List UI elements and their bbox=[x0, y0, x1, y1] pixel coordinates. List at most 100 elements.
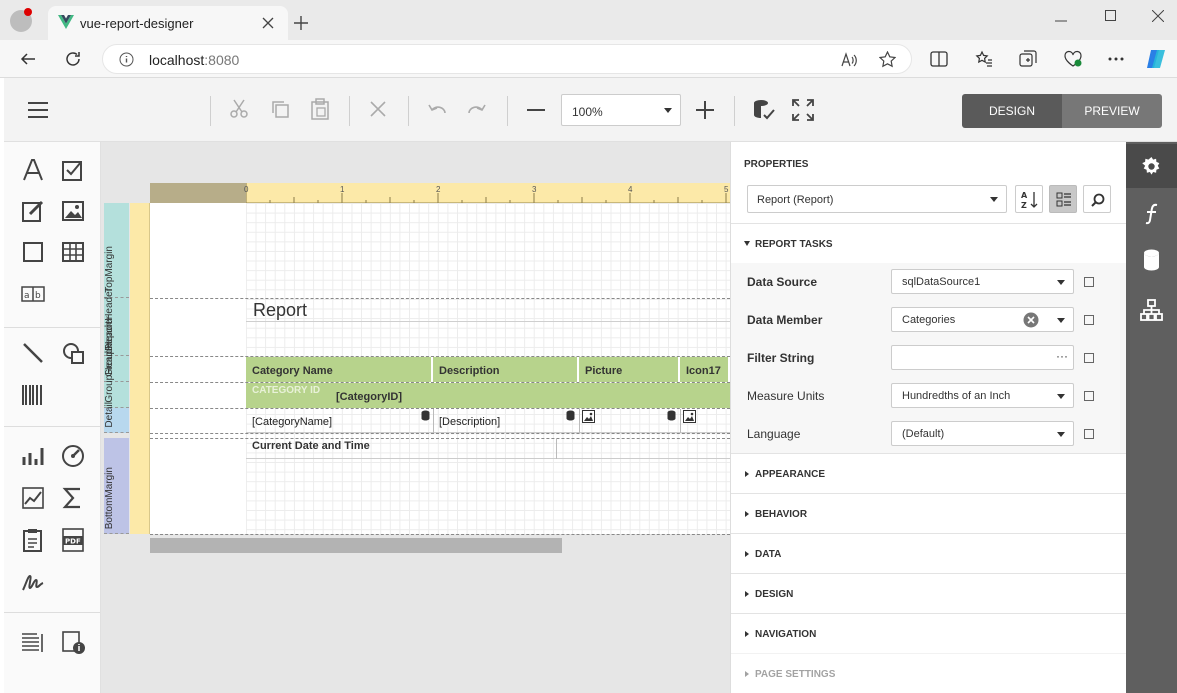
horizontal-scrollbar[interactable] bbox=[150, 538, 562, 553]
zoom-out-icon[interactable] bbox=[527, 109, 545, 111]
property-checkbox[interactable] bbox=[1084, 315, 1094, 325]
paste-icon[interactable] bbox=[310, 98, 330, 120]
section-design[interactable]: DESIGN bbox=[731, 573, 1126, 613]
data-source-select[interactable]: sqlDataSource1 bbox=[891, 269, 1074, 294]
zoom-in-icon[interactable] bbox=[696, 101, 714, 119]
fullscreen-icon[interactable] bbox=[792, 99, 814, 121]
profile-avatar[interactable] bbox=[10, 8, 32, 32]
report-explorer-tab[interactable] bbox=[1126, 289, 1177, 333]
measure-units-select[interactable]: Hundredths of an Inch bbox=[891, 383, 1074, 408]
section-data[interactable]: DATA bbox=[731, 533, 1126, 573]
close-window-icon[interactable] bbox=[1152, 10, 1164, 22]
zoom-select[interactable]: 100% bbox=[561, 94, 681, 126]
report-page[interactable]: Report Category Name Description Picture… bbox=[150, 203, 730, 535]
column-header-description[interactable]: Description bbox=[433, 357, 579, 382]
table-of-contents-tool-icon[interactable] bbox=[20, 629, 46, 655]
chart-tool-icon[interactable] bbox=[20, 443, 46, 469]
delete-icon[interactable] bbox=[370, 101, 386, 117]
shape-tool-icon[interactable] bbox=[60, 340, 86, 366]
group-caption[interactable]: CATEGORY ID bbox=[252, 385, 322, 396]
function-icon bbox=[1145, 203, 1158, 225]
favorite-star-icon[interactable] bbox=[879, 51, 896, 68]
collections-icon[interactable] bbox=[1019, 50, 1037, 68]
preview-mode-button[interactable]: PREVIEW bbox=[1062, 94, 1162, 128]
search-properties-button[interactable] bbox=[1083, 185, 1111, 213]
categorized-view-button[interactable] bbox=[1049, 185, 1077, 213]
expand-arrow-icon bbox=[745, 671, 749, 677]
read-aloud-icon[interactable] bbox=[841, 52, 857, 67]
section-page-settings[interactable]: PAGE SETTINGS bbox=[731, 653, 1126, 693]
close-tab-icon[interactable] bbox=[262, 17, 274, 29]
report-tasks-header[interactable]: REPORT TASKS bbox=[731, 223, 1126, 263]
section-behavior[interactable]: BEHAVIOR bbox=[731, 493, 1126, 533]
refresh-icon[interactable] bbox=[64, 50, 82, 68]
property-checkbox[interactable] bbox=[1084, 429, 1094, 439]
hamburger-menu-icon[interactable] bbox=[28, 102, 48, 118]
more-options-icon[interactable] bbox=[1108, 57, 1124, 61]
pdf-content-tool-icon[interactable]: PDF bbox=[60, 527, 86, 553]
footer-date-time[interactable]: Current Date and Time bbox=[252, 440, 370, 452]
gauge-tool-icon[interactable] bbox=[60, 443, 86, 469]
detail-field-description[interactable]: [Description] bbox=[439, 416, 500, 428]
checkbox-tool-icon[interactable] bbox=[60, 157, 86, 183]
rich-text-tool-icon[interactable] bbox=[20, 198, 46, 224]
detail-field-category-name[interactable]: [CategoryName] bbox=[252, 416, 332, 428]
property-checkbox[interactable] bbox=[1084, 391, 1094, 401]
band-bottom-margin[interactable]: BottomMargin bbox=[104, 438, 129, 534]
column-header-icon17[interactable]: Icon17 bbox=[680, 357, 730, 382]
undo-icon[interactable] bbox=[427, 101, 447, 117]
language-select[interactable]: (Default) bbox=[891, 421, 1074, 446]
filter-string-editor[interactable]: ··· bbox=[891, 345, 1074, 370]
column-header-category-name[interactable]: Category Name bbox=[246, 357, 433, 382]
report-title[interactable]: Report bbox=[253, 300, 307, 321]
panel-tool-icon[interactable] bbox=[20, 239, 46, 265]
sparkline-tool-icon[interactable] bbox=[20, 485, 46, 511]
group-field[interactable]: [CategoryID] bbox=[336, 391, 402, 403]
line-tool-icon[interactable] bbox=[20, 340, 46, 366]
svg-text:b: b bbox=[35, 291, 41, 301]
split-screen-icon[interactable] bbox=[930, 51, 948, 67]
validate-bindings-icon[interactable] bbox=[752, 98, 776, 122]
redo-icon[interactable] bbox=[467, 101, 487, 117]
signature-tool-icon[interactable] bbox=[20, 569, 46, 595]
minimize-icon[interactable] bbox=[1055, 15, 1067, 27]
browser-essentials-icon[interactable] bbox=[1063, 50, 1083, 68]
character-comb-tool-icon[interactable]: ab bbox=[20, 281, 46, 307]
label-tool-icon[interactable] bbox=[20, 157, 46, 183]
table-tool-icon[interactable] bbox=[60, 239, 86, 265]
field-list-tab[interactable] bbox=[1126, 239, 1177, 283]
favorites-icon[interactable] bbox=[975, 50, 993, 68]
expand-arrow-icon bbox=[745, 471, 749, 477]
info-icon[interactable] bbox=[119, 52, 134, 67]
copilot-icon[interactable] bbox=[1145, 48, 1169, 70]
band-detail[interactable]: Detail bbox=[104, 402, 129, 433]
picture-box-tool-icon[interactable] bbox=[60, 198, 86, 224]
design-mode-button[interactable]: DESIGN bbox=[962, 94, 1062, 128]
copy-icon[interactable] bbox=[270, 99, 290, 119]
expressions-tab[interactable] bbox=[1126, 192, 1177, 236]
band-top-margin[interactable]: TopMargin bbox=[104, 203, 129, 298]
new-tab-icon[interactable] bbox=[293, 15, 309, 31]
column-header-picture[interactable]: Picture bbox=[579, 357, 680, 382]
cut-icon[interactable] bbox=[229, 99, 249, 119]
maximize-icon[interactable] bbox=[1105, 10, 1117, 22]
back-icon[interactable] bbox=[20, 51, 36, 67]
page-info-tool-icon[interactable] bbox=[60, 629, 86, 655]
clear-icon[interactable] bbox=[1023, 312, 1039, 328]
data-member-select[interactable]: Categories bbox=[891, 307, 1074, 332]
property-checkbox[interactable] bbox=[1084, 277, 1094, 287]
property-checkbox[interactable] bbox=[1084, 353, 1094, 363]
properties-tab[interactable] bbox=[1126, 144, 1177, 188]
summary-tool-icon[interactable] bbox=[60, 485, 86, 511]
url-field[interactable]: localhost:8080 bbox=[102, 44, 912, 74]
subreport-tool-icon[interactable] bbox=[20, 527, 46, 553]
measure-units-value: Hundredths of an Inch bbox=[902, 390, 1011, 402]
filter-editor-ellipsis-button[interactable]: ··· bbox=[1056, 349, 1068, 363]
sort-alphabetical-button[interactable]: AZ bbox=[1015, 185, 1043, 213]
section-appearance[interactable]: APPEARANCE bbox=[731, 453, 1126, 493]
section-navigation[interactable]: NAVIGATION bbox=[731, 613, 1126, 653]
component-selector[interactable]: Report (Report) bbox=[747, 185, 1007, 213]
section-label: NAVIGATION bbox=[755, 629, 817, 640]
barcode-tool-icon[interactable] bbox=[20, 382, 46, 408]
browser-tab[interactable]: vue-report-designer bbox=[48, 6, 288, 40]
